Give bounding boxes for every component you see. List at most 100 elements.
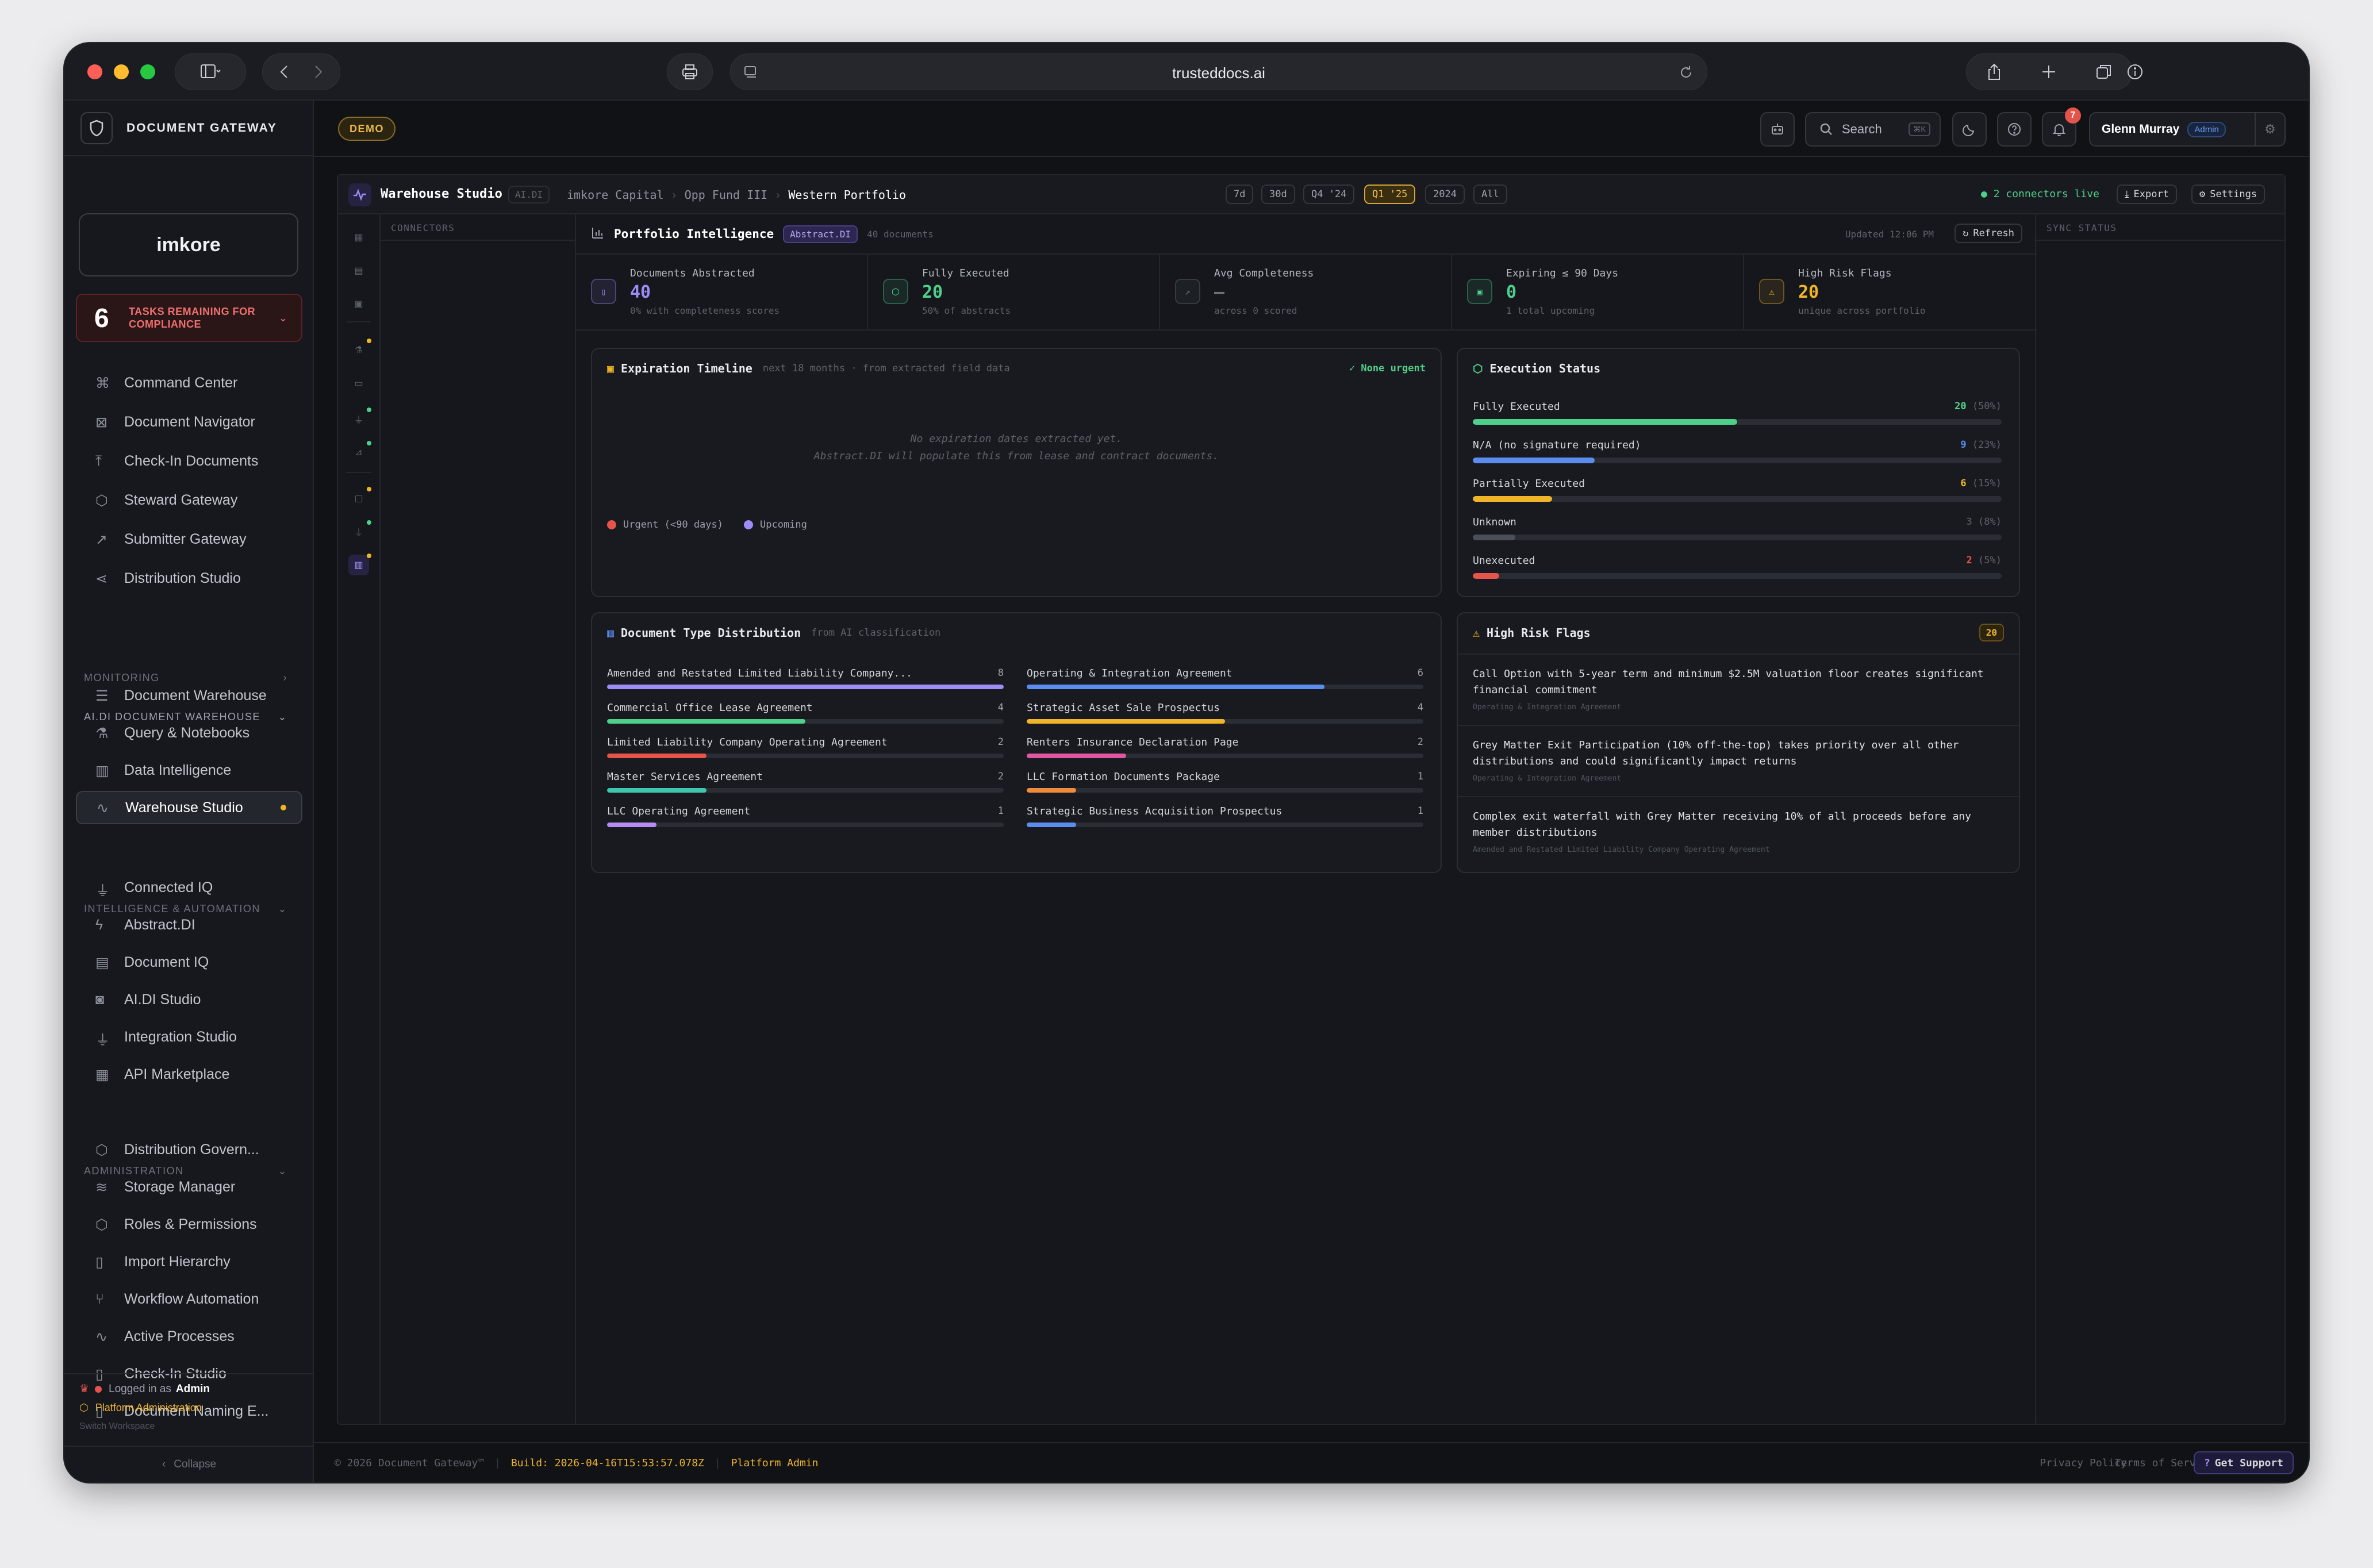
sidebar-item[interactable]: ∿ Active Processes xyxy=(76,1320,302,1353)
store-icon: ▦ xyxy=(95,1067,109,1083)
filter-icon[interactable]: ⊿ xyxy=(348,441,371,463)
settings-button[interactable]: ⚙ Settings xyxy=(2191,185,2266,204)
maximize-window-button[interactable] xyxy=(140,64,155,79)
sidebar-item[interactable]: ⊠ Document Navigator xyxy=(76,405,302,439)
sidebar-item[interactable]: ⋖ Distribution Studio xyxy=(76,562,302,595)
gear-icon[interactable]: ⚙ xyxy=(2255,113,2284,145)
range-option[interactable]: 7d xyxy=(1226,185,1254,204)
notifications-button[interactable]: 7 xyxy=(2042,107,2081,147)
info-button[interactable] xyxy=(2113,53,2157,90)
workspace-logo[interactable]: imkore xyxy=(79,213,298,276)
range-option[interactable]: 30d xyxy=(1261,185,1295,204)
reader-button[interactable] xyxy=(667,53,713,90)
tasks-count: 6 xyxy=(94,303,109,333)
doctype-row[interactable]: Master Services Agreement 2 xyxy=(607,771,1004,793)
book-icon[interactable]: ▭ xyxy=(348,373,369,394)
kpi-subtitle: 0% with completeness scores xyxy=(630,305,780,316)
doctype-row[interactable]: Amended and Restated Limited Liability C… xyxy=(607,667,1004,689)
doctype-row[interactable]: Operating & Integration Agreement 6 xyxy=(1027,667,1423,689)
export-button[interactable]: ⤓ Export xyxy=(2117,185,2177,204)
breadcrumb-current[interactable]: Western Portfolio xyxy=(788,188,906,202)
minimize-window-button[interactable] xyxy=(114,64,129,79)
activity-icon: ∿ xyxy=(95,1329,107,1345)
range-option[interactable]: All xyxy=(1473,185,1507,204)
risk-flag-item[interactable]: Call Option with 5-year term and minimum… xyxy=(1458,654,2019,725)
doctype-row[interactable]: Strategic Asset Sale Prospectus 4 xyxy=(1027,702,1423,724)
reload-icon[interactable] xyxy=(1678,64,1694,80)
sidebar-item[interactable]: ⬡ Steward Gateway xyxy=(76,483,302,517)
link-icon[interactable]: ⏚ xyxy=(348,520,371,542)
address-bar[interactable]: trusteddocs.ai xyxy=(730,53,1707,90)
sidebar-item[interactable]: ▤ Document IQ xyxy=(76,946,302,979)
plug-icon[interactable]: ⏚ xyxy=(348,408,371,429)
collapse-button[interactable]: ‹ Collapse xyxy=(64,1458,314,1471)
bot-button[interactable] xyxy=(1760,112,1795,147)
expiration-title: Expiration Timeline xyxy=(621,362,752,375)
refresh-button[interactable]: ↻ Refresh xyxy=(1955,224,2022,243)
user-menu[interactable]: Glenn Murray Admin ⚙ xyxy=(2089,112,2286,147)
forward-button[interactable] xyxy=(301,64,336,79)
sidebar-item[interactable]: ⑂ Workflow Automation xyxy=(76,1282,302,1316)
risk-flag-item[interactable]: Grey Matter Exit Participation (10% off-… xyxy=(1458,725,2019,796)
sidebar-item[interactable]: ⌘ Command Center xyxy=(76,366,302,399)
status-dot xyxy=(367,408,371,412)
doctype-row[interactable]: LLC Formation Documents Package 1 xyxy=(1027,771,1423,793)
brand[interactable]: DOCUMENT GATEWAY xyxy=(80,111,277,145)
sidebar-item[interactable]: ⤒ Check-In Documents xyxy=(76,444,302,478)
doctype-row[interactable]: Renters Insurance Declaration Page 2 xyxy=(1027,736,1423,758)
switch-workspace-link[interactable]: Switch Workspace xyxy=(79,1421,155,1432)
breadcrumb-item[interactable]: imkore Capital xyxy=(567,188,664,202)
sidebar-item[interactable]: ⏚ Connected IQ xyxy=(76,871,302,904)
share-icon[interactable] xyxy=(1986,63,2002,81)
new-tab-icon[interactable] xyxy=(2041,64,2057,80)
doctype-row[interactable]: Strategic Business Acquisition Prospectu… xyxy=(1027,805,1423,827)
sidebar-toggle-button[interactable] xyxy=(175,53,246,90)
chat-icon[interactable]: ▢ xyxy=(348,487,371,509)
sidebar-item[interactable]: ▦ API Marketplace xyxy=(76,1058,302,1091)
sidebar-item[interactable]: ∿ Warehouse Studio xyxy=(76,791,302,824)
get-support-button[interactable]: ? Get Support xyxy=(2193,1451,2294,1474)
theme-toggle-button[interactable] xyxy=(1952,112,1987,147)
platform-admin-link[interactable]: ⬡ Platform Administration xyxy=(79,1402,202,1414)
doctype-count: 1 xyxy=(1417,771,1423,782)
doctype-label: Commercial Office Lease Agreement xyxy=(607,702,813,714)
privacy-link[interactable]: Privacy Policy xyxy=(2040,1457,2127,1469)
tasks-alert[interactable]: 6 TASKS REMAINING FOR COMPLIANCE ⌄ xyxy=(76,294,302,342)
risk-flag-item[interactable]: Complex exit waterfall with Grey Matter … xyxy=(1458,796,2019,867)
search-button[interactable]: Search ⌘K xyxy=(1805,112,1941,147)
flask-icon[interactable]: ⚗ xyxy=(348,339,371,360)
sidebar-item[interactable]: ⬡ Roles & Permissions xyxy=(76,1208,302,1241)
sidebar-item[interactable]: ϟ Abstract.DI xyxy=(76,908,302,941)
execution-row: Fully Executed 20 (50%) xyxy=(1473,401,2002,425)
help-button[interactable] xyxy=(1997,112,2032,147)
tabs-overview-icon[interactable] xyxy=(2095,63,2113,80)
sidebar-item[interactable]: ⚗ Query & Notebooks xyxy=(76,716,302,750)
range-option[interactable]: 2024 xyxy=(1425,185,1465,204)
execution-bar-track xyxy=(1473,419,2002,425)
browser-window: trusteddocs.ai DOCUMENT GATEWAY imkore 6… xyxy=(64,43,2309,1482)
sidebar-item[interactable]: ▥ Data Intelligence xyxy=(76,754,302,787)
sidebar-item[interactable]: ⏚ Integration Studio xyxy=(76,1020,302,1054)
close-window-button[interactable] xyxy=(87,64,102,79)
grid-icon[interactable]: ▦ xyxy=(348,227,369,248)
table-icon[interactable]: ▣ xyxy=(348,294,369,314)
sidebar-item[interactable]: ↗ Submitter Gateway xyxy=(76,522,302,556)
activity-icon xyxy=(348,183,371,206)
kpi-subtitle: 50% of abstracts xyxy=(922,305,1011,316)
sidebar-item[interactable]: ⬡ Distribution Govern... xyxy=(76,1133,302,1166)
sidebar-item[interactable]: ◙ AI.DI Studio xyxy=(76,983,302,1016)
sidebar-item[interactable]: ≋ Storage Manager xyxy=(76,1170,302,1204)
doctype-row[interactable]: LLC Operating Agreement 1 xyxy=(607,805,1004,827)
back-button[interactable] xyxy=(267,64,301,79)
sidebar-item[interactable]: ☰ Document Warehouse xyxy=(76,679,302,712)
legend-dot xyxy=(607,520,616,529)
folder-icon[interactable]: ▤ xyxy=(348,260,369,281)
doctype-row[interactable]: Limited Liability Company Operating Agre… xyxy=(607,736,1004,758)
range-option[interactable]: Q4 '24 xyxy=(1303,185,1355,204)
bar-chart-icon[interactable]: ▥ xyxy=(348,554,371,575)
divider xyxy=(64,1446,314,1447)
range-option[interactable]: Q1 '25 xyxy=(1364,185,1416,204)
sidebar-item[interactable]: ▯ Import Hierarchy xyxy=(76,1245,302,1278)
doctype-row[interactable]: Commercial Office Lease Agreement 4 xyxy=(607,702,1004,724)
breadcrumb-item[interactable]: Opp Fund III xyxy=(685,188,768,202)
